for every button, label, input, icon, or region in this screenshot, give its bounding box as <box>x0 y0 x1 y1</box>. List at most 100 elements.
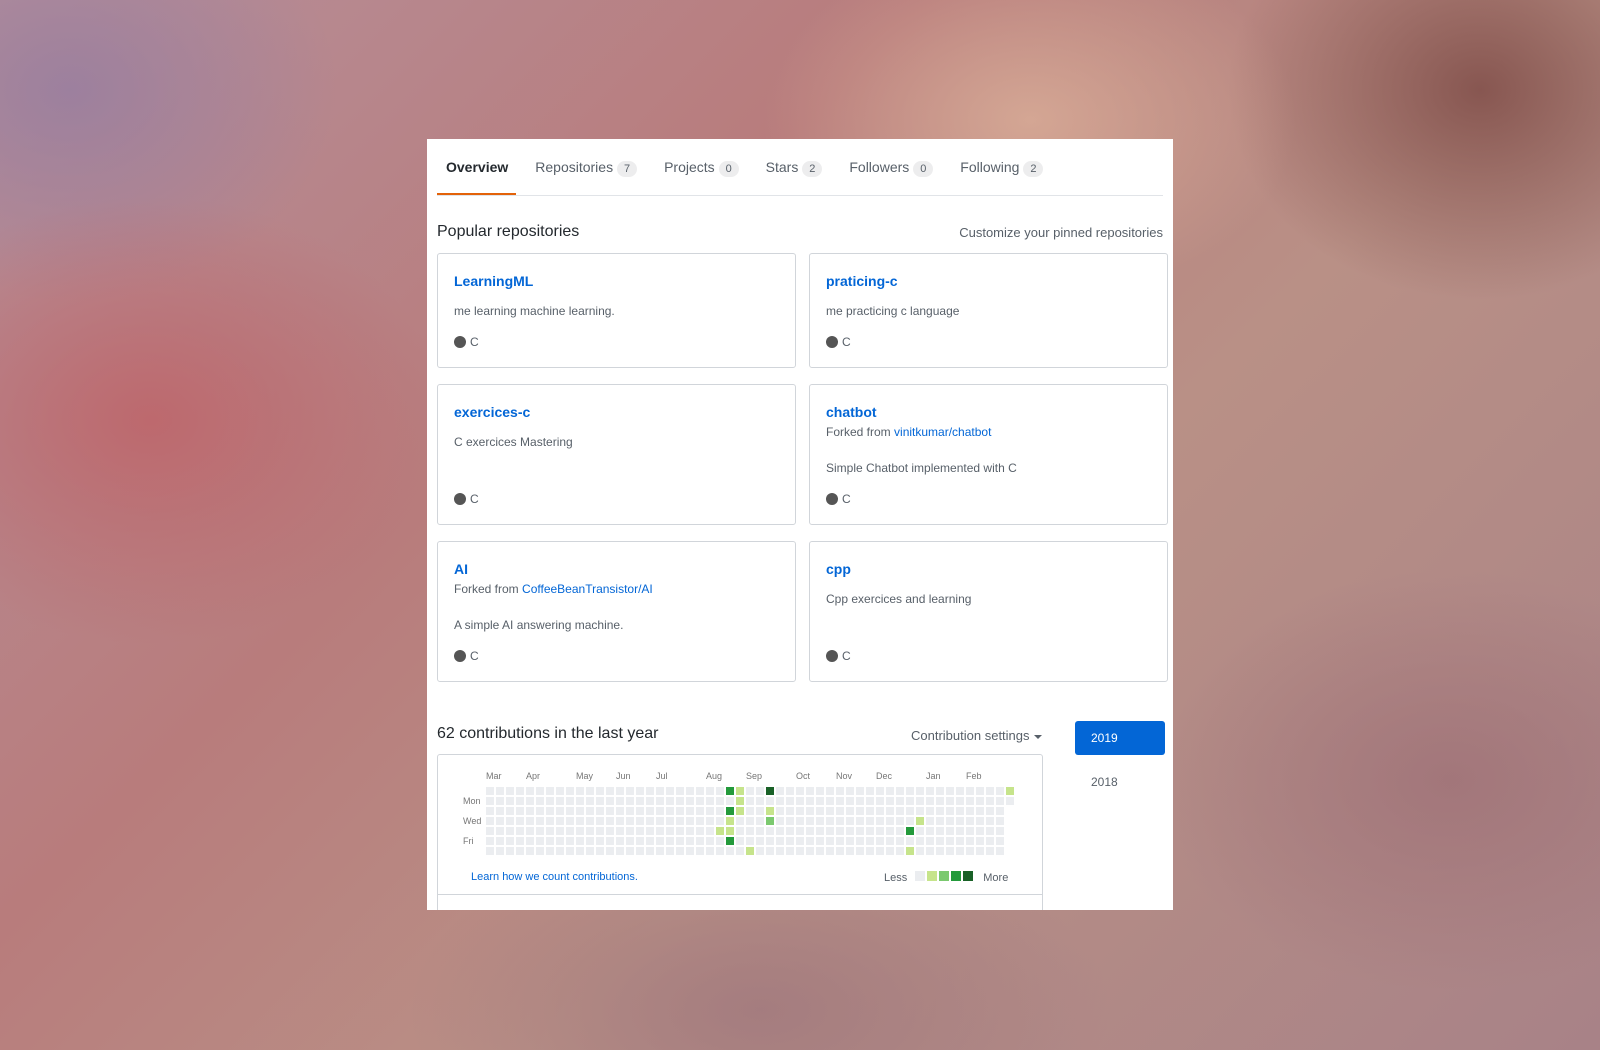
contribution-day[interactable] <box>826 837 834 845</box>
contribution-day[interactable] <box>916 807 924 815</box>
contribution-day[interactable] <box>786 837 794 845</box>
contribution-day[interactable] <box>806 827 814 835</box>
contribution-day[interactable] <box>546 827 554 835</box>
contribution-day[interactable] <box>966 837 974 845</box>
contribution-day[interactable] <box>886 827 894 835</box>
contribution-day[interactable] <box>656 807 664 815</box>
contribution-day[interactable] <box>516 817 524 825</box>
contribution-day[interactable] <box>616 787 624 795</box>
contribution-day[interactable] <box>636 827 644 835</box>
contribution-day[interactable] <box>556 847 564 855</box>
contribution-day[interactable] <box>716 847 724 855</box>
contribution-day[interactable] <box>936 827 944 835</box>
contribution-day[interactable] <box>706 817 714 825</box>
contribution-day[interactable] <box>976 827 984 835</box>
contribution-day[interactable] <box>486 847 494 855</box>
contribution-day[interactable] <box>746 817 754 825</box>
contribution-day[interactable] <box>726 787 734 795</box>
contribution-day[interactable] <box>526 847 534 855</box>
contribution-day[interactable] <box>736 847 744 855</box>
contribution-day[interactable] <box>656 847 664 855</box>
contribution-day[interactable] <box>506 847 514 855</box>
contribution-day[interactable] <box>666 797 674 805</box>
contribution-day[interactable] <box>876 807 884 815</box>
contribution-day[interactable] <box>706 807 714 815</box>
contribution-day[interactable] <box>586 797 594 805</box>
contribution-day[interactable] <box>676 817 684 825</box>
contribution-day[interactable] <box>906 837 914 845</box>
contribution-day[interactable] <box>956 827 964 835</box>
repo-name-link[interactable]: cpp <box>826 561 851 577</box>
contribution-day[interactable] <box>876 847 884 855</box>
contribution-day[interactable] <box>626 847 634 855</box>
contribution-day[interactable] <box>626 827 634 835</box>
contribution-day[interactable] <box>716 787 724 795</box>
contribution-day[interactable] <box>606 847 614 855</box>
contribution-day[interactable] <box>536 797 544 805</box>
contribution-day[interactable] <box>486 807 494 815</box>
contribution-day[interactable] <box>786 817 794 825</box>
contribution-day[interactable] <box>666 817 674 825</box>
contribution-day[interactable] <box>746 787 754 795</box>
contribution-day[interactable] <box>556 797 564 805</box>
contribution-day[interactable] <box>836 787 844 795</box>
contribution-day[interactable] <box>946 817 954 825</box>
contribution-day[interactable] <box>756 847 764 855</box>
contribution-day[interactable] <box>946 797 954 805</box>
contribution-day[interactable] <box>656 827 664 835</box>
contribution-day[interactable] <box>886 817 894 825</box>
contribution-day[interactable] <box>616 847 624 855</box>
contribution-day[interactable] <box>816 807 824 815</box>
contribution-day[interactable] <box>916 817 924 825</box>
contribution-day[interactable] <box>776 787 784 795</box>
contribution-day[interactable] <box>696 807 704 815</box>
contribution-day[interactable] <box>976 847 984 855</box>
contribution-day[interactable] <box>906 787 914 795</box>
contribution-day[interactable] <box>776 847 784 855</box>
contribution-day[interactable] <box>676 797 684 805</box>
contribution-day[interactable] <box>546 837 554 845</box>
contribution-day[interactable] <box>846 807 854 815</box>
contribution-day[interactable] <box>806 807 814 815</box>
contribution-day[interactable] <box>816 797 824 805</box>
contribution-day[interactable] <box>606 817 614 825</box>
contribution-day[interactable] <box>576 817 584 825</box>
contribution-day[interactable] <box>686 837 694 845</box>
contribution-day[interactable] <box>506 807 514 815</box>
contribution-day[interactable] <box>686 797 694 805</box>
contribution-day[interactable] <box>626 797 634 805</box>
contribution-day[interactable] <box>536 847 544 855</box>
contribution-day[interactable] <box>836 847 844 855</box>
contribution-day[interactable] <box>996 847 1004 855</box>
contribution-day[interactable] <box>976 837 984 845</box>
contribution-day[interactable] <box>656 837 664 845</box>
contribution-day[interactable] <box>676 847 684 855</box>
contribution-day[interactable] <box>606 787 614 795</box>
contribution-day[interactable] <box>746 837 754 845</box>
contribution-day[interactable] <box>696 827 704 835</box>
fork-source-link[interactable]: vinitkumar/chatbot <box>894 425 991 439</box>
contribution-day[interactable] <box>576 797 584 805</box>
contribution-day[interactable] <box>746 797 754 805</box>
contribution-day[interactable] <box>926 817 934 825</box>
contribution-day[interactable] <box>686 807 694 815</box>
contribution-day[interactable] <box>906 797 914 805</box>
contribution-day[interactable] <box>496 847 504 855</box>
contribution-day[interactable] <box>596 797 604 805</box>
tab-overview[interactable]: Overview <box>437 139 517 195</box>
contribution-day[interactable] <box>756 837 764 845</box>
contribution-day[interactable] <box>946 827 954 835</box>
contribution-day[interactable] <box>486 797 494 805</box>
repo-name-link[interactable]: chatbot <box>826 404 877 420</box>
contribution-day[interactable] <box>786 787 794 795</box>
contribution-day[interactable] <box>616 817 624 825</box>
contribution-day[interactable] <box>806 797 814 805</box>
contribution-day[interactable] <box>986 797 994 805</box>
contribution-day[interactable] <box>646 827 654 835</box>
contribution-day[interactable] <box>856 847 864 855</box>
contribution-day[interactable] <box>616 807 624 815</box>
contribution-day[interactable] <box>556 837 564 845</box>
contribution-day[interactable] <box>876 797 884 805</box>
contribution-day[interactable] <box>506 837 514 845</box>
contribution-day[interactable] <box>916 827 924 835</box>
